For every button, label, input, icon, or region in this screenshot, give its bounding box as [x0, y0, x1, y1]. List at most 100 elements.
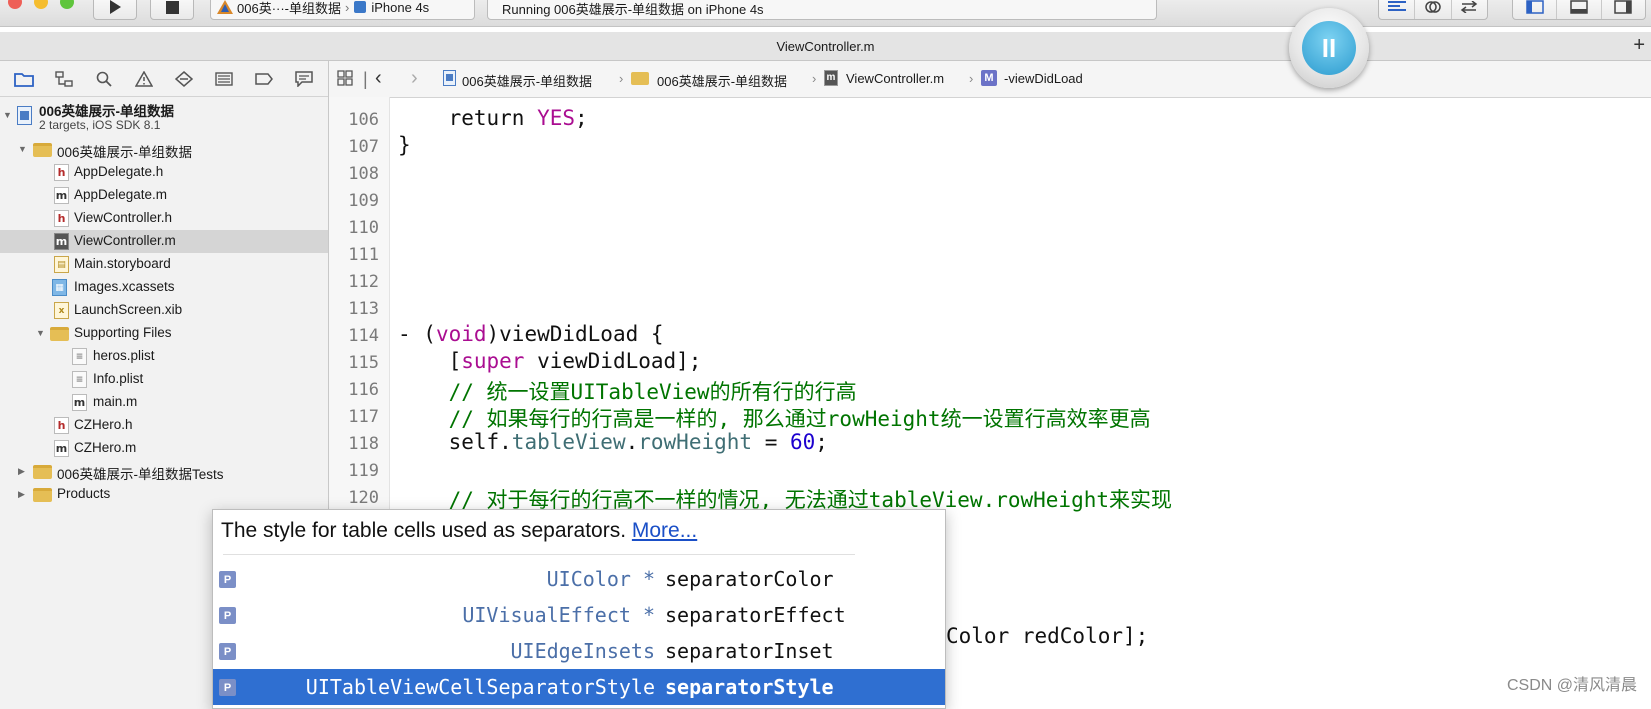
assistant-icon	[1425, 1, 1441, 13]
project-subtitle: 2 targets, iOS SDK 8.1	[39, 118, 161, 132]
recording-pause-button[interactable]: II	[1289, 8, 1369, 88]
run-button[interactable]	[93, 0, 137, 20]
tree-item-main-storyboard[interactable]: ▤ Main.storyboard	[0, 253, 328, 276]
folder-icon	[33, 465, 52, 479]
symbol-navigator-tab[interactable]	[54, 70, 74, 88]
project-root[interactable]: ▼ 006英雄展示-单组数据 2 targets, iOS SDK 8.1	[0, 99, 328, 135]
comment-icon	[295, 70, 313, 87]
jump-bar: | ‹ › 006英雄展示-单组数据 › 006英雄展示-单组数据 › m Vi…	[329, 61, 1651, 98]
tree-item-main-m[interactable]: m main.m	[0, 391, 328, 414]
report-navigator-tab[interactable]	[294, 70, 314, 88]
code-text: ;	[575, 106, 588, 130]
toggle-navigator-button[interactable]	[1513, 0, 1558, 19]
disclosure-closed-icon[interactable]: ▶	[18, 489, 25, 500]
standard-editor-button[interactable]	[1379, 0, 1416, 19]
issue-navigator-tab[interactable]	[134, 70, 154, 88]
tree-item-label: CZHero.h	[74, 417, 133, 432]
folder-icon	[14, 72, 34, 87]
code-line[interactable]: [super viewDidLoad];	[398, 349, 702, 373]
completion-name: separatorInset	[665, 639, 834, 663]
code-line[interactable]: }	[398, 133, 411, 157]
breakpoint-navigator-tab[interactable]	[254, 70, 274, 88]
completion-item-selected[interactable]: P UITableViewCellSeparatorStyle separato…	[213, 669, 945, 705]
back-button[interactable]: ‹	[375, 67, 382, 90]
tree-item-viewcontroller-m[interactable]: m ViewController.m	[0, 230, 328, 253]
tree-item-info-plist[interactable]: ≡ Info.plist	[0, 368, 328, 391]
more-link[interactable]: More...	[632, 519, 697, 542]
code-line[interactable]: - (void)viewDidLoad {	[398, 322, 664, 346]
chevron-right-icon: ›	[345, 0, 350, 15]
disclosure-open-icon[interactable]: ▼	[3, 110, 12, 120]
chevron-right-icon: ›	[812, 71, 817, 86]
completion-item[interactable]: P UIColor * separatorColor	[213, 561, 945, 597]
debug-navigator-tab[interactable]	[214, 70, 234, 88]
tree-item-label: AppDelegate.m	[74, 187, 168, 202]
version-editor-button[interactable]	[1452, 0, 1487, 19]
right-panel-icon	[1614, 0, 1633, 14]
code-line[interactable]: return YES;	[398, 106, 588, 130]
completion-name: separatorColor	[665, 567, 834, 591]
code-comment-line[interactable]: // 统一设置UITableView的所有行的行高	[398, 376, 857, 406]
related-items-button[interactable]	[337, 70, 353, 89]
tag-icon	[255, 72, 273, 85]
tree-item-viewcontroller-h[interactable]: h ViewController.h	[0, 207, 328, 230]
tree-item-heros-plist[interactable]: ≡ heros.plist	[0, 345, 328, 368]
toggle-utilities-button[interactable]	[1602, 0, 1645, 19]
hierarchy-icon	[55, 70, 73, 87]
tree-item-czhero-h[interactable]: h CZHero.h	[0, 414, 328, 437]
tab-viewcontroller-m[interactable]: ViewController.m	[0, 39, 1651, 54]
code-line-partial[interactable]: Color redColor];	[946, 624, 1148, 648]
project-navigator-tab[interactable]	[14, 70, 34, 88]
tree-item-group[interactable]: ▼ 006英雄展示-单组数据	[0, 138, 328, 161]
zoom-window-button[interactable]	[60, 0, 74, 9]
editor-mode-segmented[interactable]	[1378, 0, 1488, 20]
completion-description-text: The style for table cells used as separa…	[221, 519, 627, 542]
tree-item-label: LaunchScreen.xib	[74, 302, 183, 317]
xib-file-icon: x	[54, 302, 69, 319]
tree-item-products[interactable]: ▶ Products	[0, 483, 328, 506]
minimize-window-button[interactable]	[34, 0, 48, 9]
disclosure-open-icon[interactable]: ▼	[36, 328, 45, 338]
tree-item-supporting-files[interactable]: ▼ Supporting Files	[0, 322, 328, 345]
add-tab-button[interactable]: +	[1633, 34, 1645, 57]
code-line[interactable]: self.tableView.rowHeight = 60;	[398, 430, 828, 454]
find-navigator-tab[interactable]	[94, 70, 114, 88]
code-text: }	[398, 133, 411, 157]
plist-file-icon: ≡	[72, 348, 87, 365]
property-badge-icon: P	[219, 643, 236, 660]
tree-item-label: ViewController.h	[74, 210, 173, 225]
jumpbar-crumb-file[interactable]: ViewController.m	[846, 71, 944, 86]
code-comment-line[interactable]: // 如果每行的行高是一样的, 那么通过rowHeight统一设置行高效率更高	[398, 403, 1151, 433]
tree-item-launchscreen-xib[interactable]: x LaunchScreen.xib	[0, 299, 328, 322]
jumpbar-crumb-project[interactable]: 006英雄展示-单组数据	[462, 71, 592, 90]
tree-item-images-xcassets[interactable]: ▦ Images.xcassets	[0, 276, 328, 299]
breakpoint-icon	[175, 70, 193, 87]
completion-item[interactable]: P UIEdgeInsets separatorInset	[213, 633, 945, 669]
stop-button[interactable]	[150, 0, 194, 20]
plist-file-icon: ≡	[72, 371, 87, 388]
disclosure-closed-icon[interactable]: ▶	[18, 466, 25, 477]
completion-item[interactable]: P UIVisualEffect * separatorEffect	[213, 597, 945, 633]
header-file-icon: h	[54, 210, 69, 227]
line-number: 116	[348, 380, 379, 400]
jumpbar-crumb-method[interactable]: -viewDidLoad	[1004, 71, 1083, 86]
test-navigator-tab[interactable]	[174, 70, 194, 88]
tree-item-appdelegate-m[interactable]: m AppDelegate.m	[0, 184, 328, 207]
panel-toggles[interactable]	[1512, 0, 1646, 20]
close-window-button[interactable]	[8, 0, 22, 9]
forward-button[interactable]: ›	[411, 67, 418, 90]
stop-icon	[165, 0, 179, 14]
toggle-debug-area-button[interactable]	[1557, 0, 1602, 19]
warning-icon	[135, 70, 153, 87]
scheme-selector[interactable]: 006英···-单组数据 › iPhone 4s	[210, 0, 475, 20]
disclosure-open-icon[interactable]: ▼	[18, 144, 27, 154]
header-file-icon: h	[54, 164, 69, 181]
completion-name: separatorStyle	[665, 675, 834, 699]
tree-item-appdelegate-h[interactable]: h AppDelegate.h	[0, 161, 328, 184]
pause-icon: II	[1302, 21, 1356, 75]
tree-item-tests-group[interactable]: ▶ 006英雄展示-单组数据Tests	[0, 460, 328, 483]
implementation-file-icon: m	[54, 233, 69, 250]
tree-item-czhero-m[interactable]: m CZHero.m	[0, 437, 328, 460]
jumpbar-crumb-group[interactable]: 006英雄展示-单组数据	[657, 71, 787, 90]
assistant-editor-button[interactable]	[1415, 0, 1452, 19]
